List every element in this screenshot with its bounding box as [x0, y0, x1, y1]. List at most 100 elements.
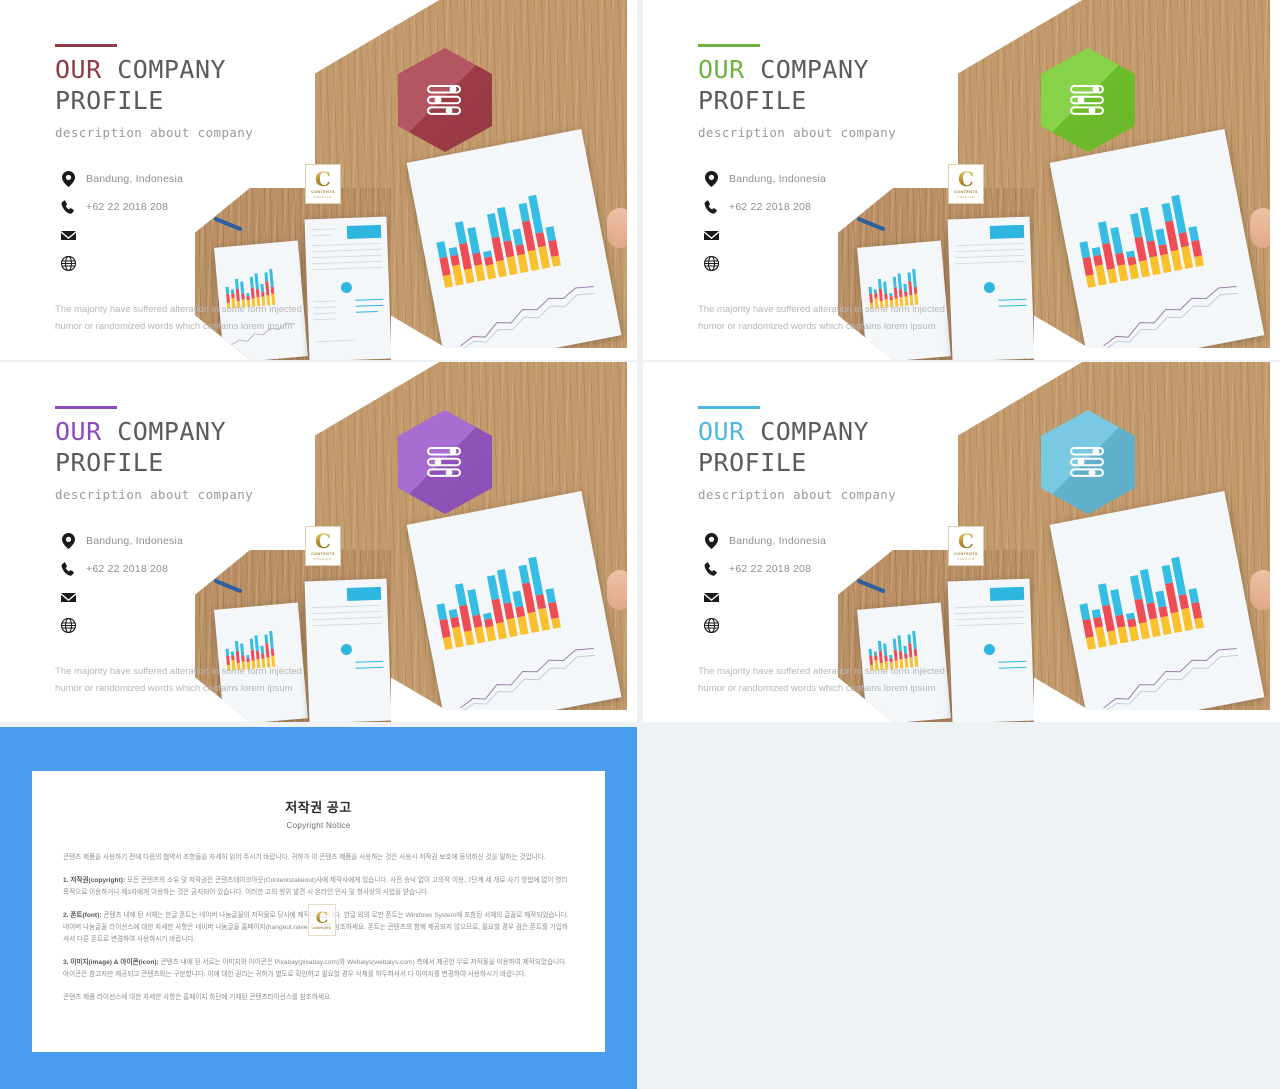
line-chart-graphic — [460, 285, 595, 348]
title-rest: COMPANY — [117, 55, 227, 84]
contact-row-phone[interactable]: +62 22 2018 208 — [698, 193, 998, 221]
title-highlight: OUR — [55, 55, 102, 84]
contact-row-website[interactable] — [698, 611, 998, 639]
hand-in-photo — [607, 570, 627, 610]
contact-phone-text: +62 22 2018 208 — [86, 201, 169, 213]
title-rule — [698, 406, 760, 409]
title-highlight: OUR — [698, 55, 745, 84]
contact-list: Bandung, Indonesia +62 22 2018 208 — [698, 165, 998, 277]
copyright-title: 저작권 공고 — [285, 800, 352, 815]
slide-text-block: OUR COMPANY PROFILE description about co… — [55, 406, 355, 697]
slide-green[interactable]: C CONTENTS PREMIUM OUR COMPANY PROFILE d… — [643, 0, 1280, 360]
copyright-watermark-logo: C CONTENTS — [308, 904, 336, 936]
copyright-section-2-heading: 2. 폰트(font): — [63, 912, 102, 919]
description-paragraph: The majority have suffered alteration in… — [698, 666, 945, 694]
contact-row-location[interactable]: Bandung, Indonesia — [698, 527, 998, 555]
copyright-intro: 콘텐츠 제품을 사용하기 전에 다음의 협약서 조항들을 자세히 읽어 주시기 … — [63, 854, 546, 861]
contact-row-email[interactable] — [698, 221, 998, 249]
photo-collage — [838, 362, 1280, 722]
phone-icon — [698, 562, 724, 576]
contact-row-website[interactable] — [55, 249, 355, 277]
copyright-section-3: 3. 이미지(image) & 아이콘(icon): 콘텐츠 내에 된 서로는 … — [63, 957, 574, 981]
photo-collage — [195, 0, 637, 360]
page-title: OUR COMPANY PROFILE — [55, 416, 355, 478]
slide-red[interactable]: C CONTENTS PREMIUM OUR COMPANY PROFILE d… — [0, 0, 637, 360]
title-rest: COMPANY — [117, 417, 227, 446]
slide-blue[interactable]: C CONTENTS PREMIUM OUR COMPANY PROFILE d… — [643, 362, 1280, 722]
envelope-icon — [55, 592, 81, 603]
contact-row-phone[interactable]: +62 22 2018 208 — [55, 193, 355, 221]
contact-location-text: Bandung, Indonesia — [729, 535, 827, 547]
title-line2: PROFILE — [55, 86, 164, 115]
location-pin-icon — [698, 533, 724, 549]
hand-in-photo — [1250, 208, 1270, 248]
bar-chart-graphic — [429, 177, 592, 288]
watermark-line1: CONTENTS — [312, 926, 332, 930]
envelope-icon — [698, 592, 724, 603]
title-rest: COMPANY — [760, 417, 870, 446]
copyright-section-3-heading: 3. 이미지(image) & 아이콘(icon): — [63, 959, 159, 966]
description-paragraph: The majority have suffered alteration in… — [55, 304, 302, 332]
title-rest: COMPANY — [760, 55, 870, 84]
line-chart-graphic — [460, 647, 595, 710]
watermark-letter: C — [315, 908, 329, 927]
description-paragraph: The majority have suffered alteration in… — [698, 304, 945, 332]
copyright-slide[interactable]: 저작권 공고 Copyright Notice 콘텐츠 제품을 사용하기 전에 … — [0, 727, 637, 1089]
title-rule — [55, 406, 117, 409]
sliders-settings-icon — [1070, 85, 1104, 115]
contact-list: Bandung, Indonesia +62 22 2018 208 — [55, 165, 355, 277]
title-line2: PROFILE — [55, 448, 164, 477]
contact-row-email[interactable] — [55, 583, 355, 611]
copyright-section-1: 1. 저작권(copyright): 모든 콘텐츠의 소유 및 저작권은 콘텐츠… — [63, 875, 574, 899]
slide-text-block: OUR COMPANY PROFILE description about co… — [698, 44, 998, 335]
contact-location-text: Bandung, Indonesia — [729, 173, 827, 185]
copyright-paper: 저작권 공고 Copyright Notice 콘텐츠 제품을 사용하기 전에 … — [32, 771, 605, 1052]
sliders-settings-icon — [1070, 447, 1104, 477]
contact-list: Bandung, Indonesia +62 22 2018 208 — [698, 527, 998, 639]
slide-text-block: OUR COMPANY PROFILE description about co… — [698, 406, 998, 697]
globe-icon — [55, 617, 81, 633]
slide-gap-vertical — [637, 0, 643, 724]
slide-gap-horizontal — [0, 360, 1280, 362]
slide-purple[interactable]: C CONTENTS PREMIUM OUR COMPANY PROFILE d… — [0, 362, 637, 722]
line-chart-graphic — [1103, 285, 1238, 348]
title-highlight: OUR — [698, 417, 745, 446]
slide-text-block: OUR COMPANY PROFILE description about co… — [55, 44, 355, 335]
contact-row-phone[interactable]: +62 22 2018 208 — [698, 555, 998, 583]
contact-row-location[interactable]: Bandung, Indonesia — [55, 165, 355, 193]
contact-phone-text: +62 22 2018 208 — [729, 201, 812, 213]
photo-collage — [195, 362, 637, 722]
contact-phone-text: +62 22 2018 208 — [86, 563, 169, 575]
location-pin-icon — [55, 171, 81, 187]
globe-icon — [698, 617, 724, 633]
hand-in-photo — [607, 208, 627, 248]
contact-location-text: Bandung, Indonesia — [86, 535, 184, 547]
copyright-footer: 콘텐츠 제품 라이선스에 대한 자세한 사항은 홈페이지 하단에 기재된 콘텐츠… — [63, 994, 332, 1001]
contact-row-website[interactable] — [698, 249, 998, 277]
contact-row-website[interactable] — [55, 611, 355, 639]
contact-row-location[interactable]: Bandung, Indonesia — [698, 165, 998, 193]
contact-location-text: Bandung, Indonesia — [86, 173, 184, 185]
title-rule — [698, 44, 760, 47]
slide-gallery: C CONTENTS PREMIUM OUR COMPANY PROFILE d… — [0, 0, 1280, 1089]
page-title: OUR COMPANY PROFILE — [698, 54, 998, 116]
bar-chart-graphic — [1072, 177, 1235, 288]
title-rule — [55, 44, 117, 47]
location-pin-icon — [698, 171, 724, 187]
globe-icon — [698, 255, 724, 271]
bar-chart-graphic — [1072, 539, 1235, 650]
envelope-icon — [698, 230, 724, 241]
location-pin-icon — [55, 533, 81, 549]
contact-row-phone[interactable]: +62 22 2018 208 — [55, 555, 355, 583]
phone-icon — [698, 200, 724, 214]
phone-icon — [55, 562, 81, 576]
hand-in-photo — [1250, 570, 1270, 610]
contact-row-email[interactable] — [698, 583, 998, 611]
contact-row-location[interactable]: Bandung, Indonesia — [55, 527, 355, 555]
sliders-settings-icon — [427, 447, 461, 477]
contact-row-email[interactable] — [55, 221, 355, 249]
envelope-icon — [55, 230, 81, 241]
copyright-subtitle: Copyright Notice — [286, 821, 351, 830]
globe-icon — [55, 255, 81, 271]
copyright-section-1-heading: 1. 저작권(copyright): — [63, 877, 126, 884]
